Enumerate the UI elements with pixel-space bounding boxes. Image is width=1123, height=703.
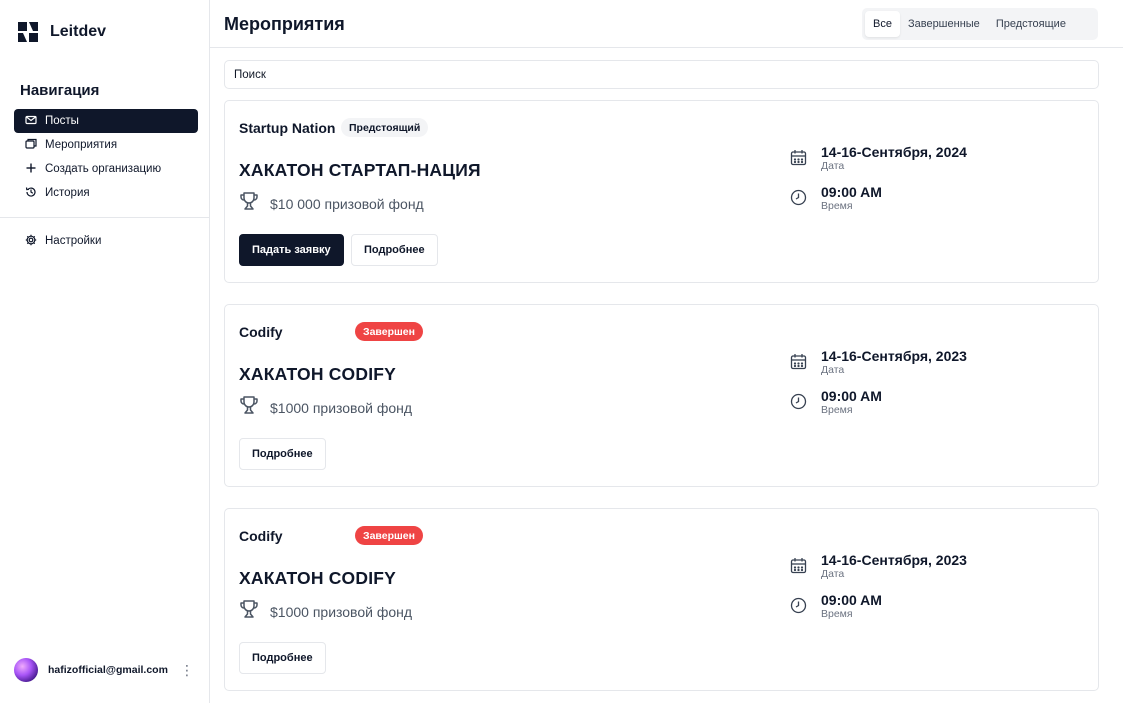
time-label: Время [821, 200, 853, 212]
event-prize: $1000 призовой фонд [239, 395, 412, 420]
brand-name: Leitdev [50, 23, 107, 40]
avatar[interactable] [14, 658, 38, 682]
copy-icon [25, 138, 37, 153]
event-organization: Codify [239, 528, 283, 544]
nav-title: Навигация [20, 82, 100, 99]
gear-icon [25, 234, 37, 249]
date-value: 14-16-Сентября, 2023 [821, 552, 967, 568]
sidebar-item-events[interactable]: Мероприятия [14, 133, 198, 157]
prize-text: $10 000 призовой фонд [270, 195, 424, 212]
event-date: 14-16-Сентября, 2023 Дата [790, 348, 967, 377]
trophy-icon [239, 395, 259, 420]
more-options-icon[interactable]: ⋮ [180, 663, 194, 677]
sidebar-item-posts[interactable]: Посты [14, 109, 198, 133]
calendar-icon [790, 353, 807, 375]
date-label: Дата [821, 364, 845, 376]
details-button[interactable]: Подробнее [351, 234, 438, 266]
event-title: ХАКАТОН CODIFY [239, 568, 397, 588]
event-organization: Startup Nation [239, 120, 336, 136]
user-email: hafizofficial@gmail.com [48, 664, 168, 676]
calendar-icon [790, 557, 807, 579]
status-badge: Завершен [355, 526, 423, 545]
search-input[interactable] [224, 60, 1099, 89]
clock-icon [790, 189, 807, 211]
sidebar-item-label: Создать организацию [45, 163, 162, 175]
header: Мероприятия Все Завершенные Предстоящие [210, 0, 1123, 48]
sidebar-divider [0, 217, 209, 218]
tab-completed[interactable]: Завершенные [900, 11, 988, 37]
event-time: 09:00 AM Время [790, 184, 882, 213]
date-value: 14-16-Сентября, 2023 [821, 348, 967, 364]
sidebar-item-label: Мероприятия [45, 139, 118, 151]
apply-button[interactable]: Падать заявку [239, 234, 344, 266]
sidebar-item-settings[interactable]: Настройки [14, 229, 198, 253]
tab-all[interactable]: Все [865, 11, 900, 37]
status-badge: Завершен [355, 322, 423, 341]
history-icon [25, 186, 37, 201]
sidebar-item-create-org[interactable]: Создать организацию [14, 157, 198, 181]
plus-icon [25, 162, 37, 177]
status-badge: Предстоящий [341, 118, 429, 137]
details-button[interactable]: Подробнее [239, 642, 326, 674]
event-time: 09:00 AM Время [790, 388, 882, 417]
date-label: Дата [821, 160, 845, 172]
time-label: Время [821, 608, 853, 620]
date-label: Дата [821, 568, 845, 580]
sidebar: Leitdev Навигация Посты Мероприятия Созд… [0, 0, 210, 703]
sidebar-item-label: История [45, 187, 90, 199]
calendar-icon [790, 149, 807, 171]
sidebar-item-label: Посты [45, 115, 79, 127]
event-prize: $10 000 призовой фонд [239, 191, 424, 216]
event-date: 14-16-Сентября, 2023 Дата [790, 552, 967, 581]
event-time: 09:00 AM Время [790, 592, 882, 621]
app-root: Leitdev Навигация Посты Мероприятия Созд… [0, 0, 1123, 703]
filter-tabs: Все Завершенные Предстоящие [862, 8, 1098, 40]
trophy-icon [239, 191, 259, 216]
page-title: Мероприятия [224, 14, 345, 34]
sidebar-item-label: Настройки [45, 235, 102, 247]
event-date: 14-16-Сентября, 2024 Дата [790, 144, 967, 173]
logo-icon [18, 22, 38, 42]
event-title: ХАКАТОН CODIFY [239, 364, 397, 384]
tab-upcoming[interactable]: Предстоящие [988, 11, 1074, 37]
details-button[interactable]: Подробнее [239, 438, 326, 470]
clock-icon [790, 393, 807, 415]
event-card: Startup Nation Предстоящий ХАКАТОН СТАРТ… [224, 100, 1099, 283]
time-value: 09:00 AM [821, 184, 882, 200]
prize-text: $1000 призовой фонд [270, 399, 413, 416]
sidebar-item-history[interactable]: История [14, 181, 198, 205]
time-label: Время [821, 404, 853, 416]
mail-icon [25, 114, 37, 129]
clock-icon [790, 597, 807, 619]
user-row[interactable]: hafizofficial@gmail.com ⋮ [14, 657, 198, 683]
event-card: Codify Завершен ХАКАТОН CODIFY $1000 при… [224, 508, 1099, 691]
time-value: 09:00 AM [821, 388, 882, 404]
event-title: ХАКАТОН СТАРТАП-НАЦИЯ [239, 160, 481, 180]
event-card: Codify Завершен ХАКАТОН CODIFY $1000 при… [224, 304, 1099, 487]
prize-text: $1000 призовой фонд [270, 603, 413, 620]
brand[interactable]: Leitdev [18, 22, 106, 42]
date-value: 14-16-Сентября, 2024 [821, 144, 967, 160]
event-prize: $1000 призовой фонд [239, 599, 412, 624]
event-organization: Codify [239, 324, 283, 340]
time-value: 09:00 AM [821, 592, 882, 608]
nav-list: Посты Мероприятия Создать организацию Ис… [14, 109, 198, 205]
trophy-icon [239, 599, 259, 624]
